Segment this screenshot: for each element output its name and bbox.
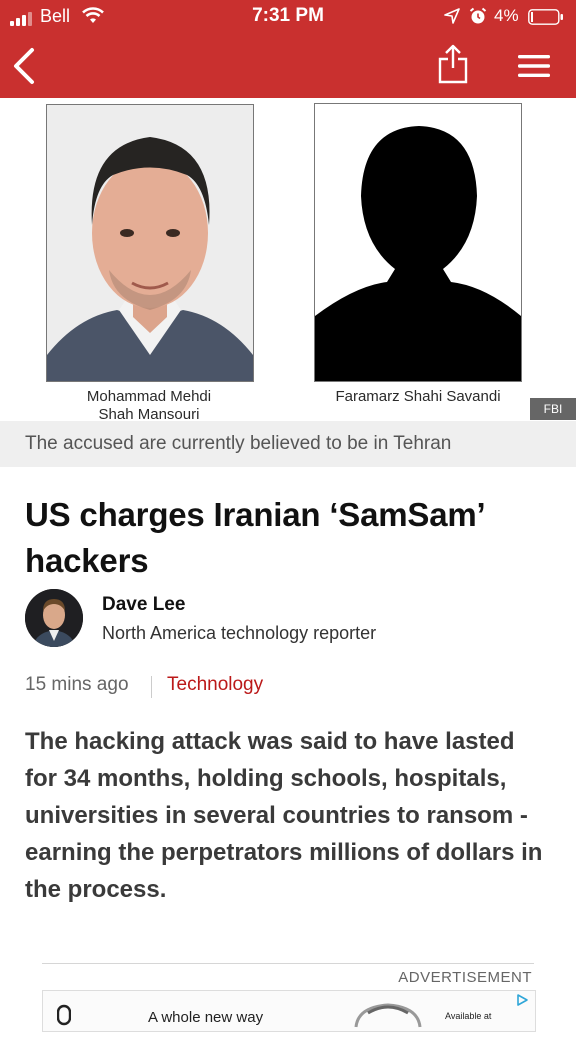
author-name[interactable]: Dave Lee: [102, 594, 185, 616]
suspect-silhouette: [314, 103, 522, 382]
back-chevron-icon[interactable]: [10, 46, 38, 86]
adchoices-icon[interactable]: [515, 993, 529, 1007]
share-icon[interactable]: [436, 44, 470, 84]
app-header: Bell 7:31 PM 4%: [0, 0, 576, 98]
clock: 7:31 PM: [252, 5, 324, 26]
author-role: North America technology reporter: [102, 623, 377, 643]
battery-icon: [528, 9, 563, 25]
ad-availability: Available at: [445, 1011, 492, 1021]
ad-divider: [42, 963, 534, 964]
portrait-image: [47, 105, 253, 381]
author-avatar: [25, 589, 83, 647]
suspect-name-1-line-1: Mohammad Mehdi: [86, 388, 212, 405]
vr-headset-icon: [354, 1003, 422, 1028]
image-credit: FBI: [530, 398, 576, 420]
status-bar: Bell 7:31 PM 4%: [0, 0, 576, 34]
image-caption: The accused are currently believed to be…: [0, 421, 576, 467]
image-caption-text: The accused are currently believed to be…: [25, 433, 452, 454]
article-intro: The hacking attack was said to have last…: [25, 728, 543, 903]
suspect-name-1: Mohammad Mehdi Shah Mansouri: [46, 388, 252, 424]
article-headline: US charges Iranian ‘SamSam’ hackers: [25, 496, 484, 579]
advertisement-label: ADVERTISEMENT: [398, 969, 532, 986]
alarm-clock-icon: [469, 7, 487, 24]
article-photo: Mohammad Mehdi Shah Mansouri Faramarz Sh…: [0, 98, 576, 424]
location-arrow-icon: [444, 8, 460, 24]
suspect-photo-portrait: [46, 104, 254, 382]
ad-text: A whole new way: [148, 1009, 264, 1026]
advertisement-banner[interactable]: A whole new way Available at: [42, 990, 536, 1032]
brand-logo-icon: [57, 1004, 71, 1026]
meta-divider: [151, 676, 152, 698]
suspect-name-2: Faramarz Shahi Savandi: [335, 388, 501, 405]
topic-link[interactable]: Technology: [167, 674, 263, 696]
silhouette-image: [315, 104, 521, 381]
timestamp: 15 mins ago: [25, 674, 129, 695]
battery-percent: 4%: [494, 6, 519, 25]
hamburger-menu-icon[interactable]: [516, 52, 552, 80]
